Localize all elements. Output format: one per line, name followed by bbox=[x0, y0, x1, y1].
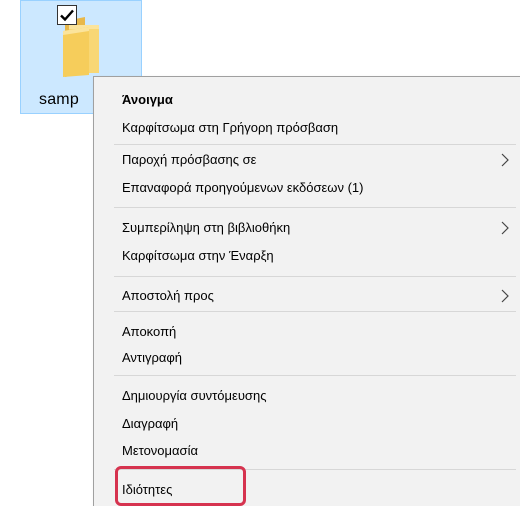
menu-item-label: Δημιουργία συντόμευσης bbox=[122, 388, 267, 403]
menu-item-pin-to-start[interactable]: Καρφίτσωμα στην Έναρξη bbox=[94, 243, 520, 269]
menu-item-include-in-library[interactable]: Συμπερίληψη στη βιβλιοθήκη bbox=[94, 215, 520, 241]
selection-checkbox[interactable] bbox=[57, 5, 77, 25]
menu-item-label: Διαγραφή bbox=[122, 416, 179, 431]
menu-item-cut[interactable]: Αποκοπή bbox=[94, 319, 520, 345]
menu-item-properties[interactable]: Ιδιότητες bbox=[94, 477, 520, 503]
menu-item-rename[interactable]: Μετονομασία bbox=[94, 438, 520, 464]
menu-separator bbox=[114, 276, 516, 277]
menu-item-pin-quick-access[interactable]: Καρφίτσωμα στη Γρήγορη πρόσβαση bbox=[94, 115, 520, 141]
context-menu: Άνοιγμα Καρφίτσωμα στη Γρήγορη πρόσβαση … bbox=[93, 76, 520, 506]
menu-item-label: Επαναφορά προηγούμενων εκδόσεων (1) bbox=[122, 180, 364, 195]
menu-item-label: Συμπερίληψη στη βιβλιοθήκη bbox=[122, 220, 291, 235]
menu-item-label: Καρφίτσωμα στη Γρήγορη πρόσβαση bbox=[122, 120, 339, 135]
menu-item-create-shortcut[interactable]: Δημιουργία συντόμευσης bbox=[94, 383, 520, 409]
checkmark-icon bbox=[60, 9, 74, 22]
chevron-right-icon bbox=[501, 221, 509, 235]
menu-separator bbox=[114, 469, 516, 470]
chevron-right-icon bbox=[501, 289, 509, 303]
menu-item-label: Παροχή πρόσβασης σε bbox=[122, 152, 257, 167]
menu-item-delete[interactable]: Διαγραφή bbox=[94, 411, 520, 437]
menu-item-copy[interactable]: Αντιγραφή bbox=[94, 345, 520, 371]
folder-name-label: samp bbox=[39, 91, 79, 108]
menu-separator bbox=[114, 375, 516, 376]
menu-item-label: Καρφίτσωμα στην Έναρξη bbox=[122, 248, 274, 263]
menu-separator bbox=[114, 311, 516, 312]
menu-item-restore-previous-versions[interactable]: Επαναφορά προηγούμενων εκδόσεων (1) bbox=[94, 175, 520, 201]
menu-item-send-to[interactable]: Αποστολή προς bbox=[94, 283, 520, 309]
menu-item-label: Άνοιγμα bbox=[122, 92, 173, 107]
menu-item-label: Μετονομασία bbox=[122, 443, 198, 458]
menu-item-label: Αντιγραφή bbox=[122, 350, 183, 365]
desktop-area: samp Άνοιγμα Καρφίτσωμα στη Γρήγορη πρόσ… bbox=[0, 0, 520, 506]
menu-item-label: Αποστολή προς bbox=[122, 288, 214, 303]
menu-item-label: Ιδιότητες bbox=[122, 482, 173, 497]
menu-separator bbox=[114, 207, 516, 208]
menu-item-open[interactable]: Άνοιγμα bbox=[94, 87, 520, 113]
chevron-right-icon bbox=[501, 153, 509, 167]
menu-item-label: Αποκοπή bbox=[122, 324, 177, 339]
menu-item-give-access-to[interactable]: Παροχή πρόσβασης σε bbox=[94, 147, 520, 173]
menu-separator bbox=[114, 144, 516, 145]
